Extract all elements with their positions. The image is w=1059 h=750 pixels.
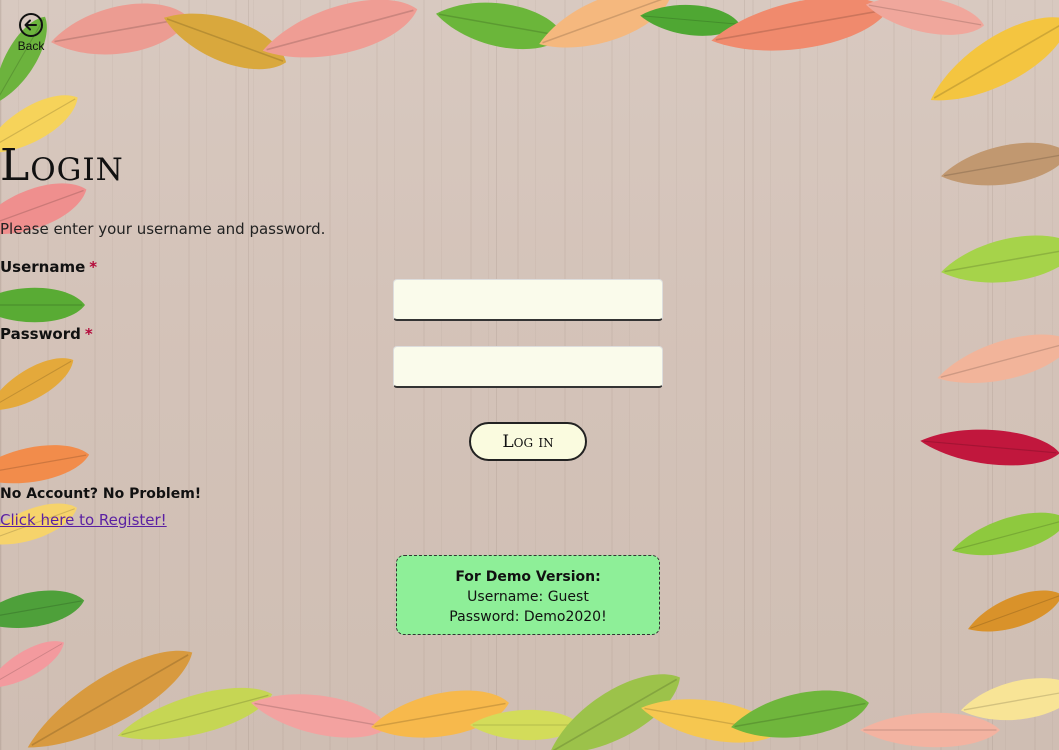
leaf bbox=[45, 0, 195, 67]
leaf bbox=[862, 0, 988, 44]
username-label: Username * bbox=[0, 258, 1059, 276]
leaf bbox=[537, 655, 693, 750]
password-label-text: Password bbox=[0, 325, 81, 343]
leaf bbox=[0, 630, 72, 700]
back-button[interactable]: Back bbox=[12, 12, 50, 56]
leaf bbox=[155, 0, 295, 84]
leaf bbox=[111, 674, 279, 750]
page-title: Login bbox=[0, 140, 124, 191]
demo-password: Password: Demo2020! bbox=[449, 609, 607, 625]
required-marker: * bbox=[84, 325, 93, 343]
leaf bbox=[14, 630, 206, 750]
register-link[interactable]: Click here to Register! bbox=[0, 511, 167, 529]
register-link-wrapper: Click here to Register! bbox=[0, 511, 1059, 529]
leaf bbox=[726, 680, 874, 750]
leaf bbox=[962, 579, 1059, 645]
login-instructions: Please enter your username and password. bbox=[0, 220, 326, 238]
demo-credentials-box: For Demo Version: Username: Guest Passwo… bbox=[396, 555, 660, 635]
leaf bbox=[858, 711, 1002, 749]
leaf bbox=[366, 680, 514, 750]
leaf bbox=[469, 709, 581, 741]
leaf bbox=[246, 682, 394, 748]
leaf bbox=[0, 436, 93, 494]
leaf bbox=[0, 582, 88, 638]
register-prompt: No Account? No Problem! bbox=[0, 486, 202, 502]
leaf bbox=[636, 687, 784, 750]
username-label-text: Username bbox=[0, 258, 86, 276]
username-input[interactable] bbox=[393, 279, 663, 321]
leaf bbox=[431, 0, 569, 59]
leaf bbox=[917, 0, 1059, 122]
leaf bbox=[956, 669, 1059, 731]
login-button[interactable]: Log in bbox=[469, 422, 587, 461]
demo-heading: For Demo Version: bbox=[455, 569, 601, 585]
password-label: Password * bbox=[0, 325, 1059, 343]
arrow-left-circle-icon bbox=[19, 13, 43, 37]
password-input[interactable] bbox=[393, 346, 663, 388]
leaf bbox=[255, 0, 425, 75]
leaf bbox=[530, 0, 680, 66]
required-marker: * bbox=[89, 258, 98, 276]
leaf bbox=[917, 422, 1059, 472]
back-label: Back bbox=[17, 39, 45, 53]
leaf bbox=[638, 0, 742, 41]
leaf bbox=[705, 0, 895, 66]
demo-username: Username: Guest bbox=[467, 589, 589, 605]
leaf bbox=[0, 286, 86, 324]
leaf bbox=[0, 346, 82, 424]
